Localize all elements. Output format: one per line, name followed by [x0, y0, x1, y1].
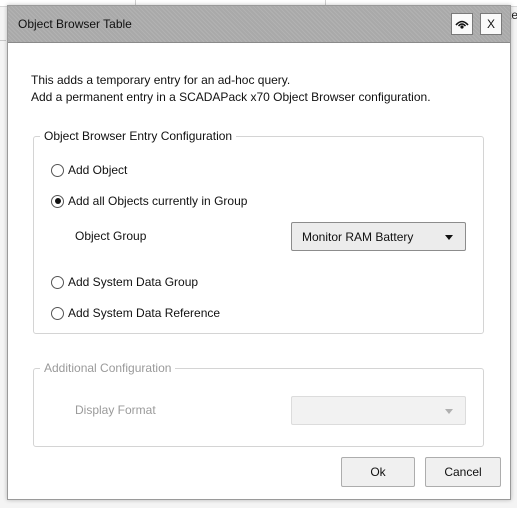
- background-row-line: [0, 40, 6, 41]
- intro-text: This adds a temporary entry for an ad-ho…: [31, 72, 431, 106]
- radio-add-system-data-group[interactable]: Add System Data Group: [51, 274, 198, 290]
- dialog-title: Object Browser Table: [18, 17, 132, 31]
- dialog-titlebar[interactable]: Object Browser Table X: [8, 6, 510, 43]
- eye-icon: [455, 20, 469, 29]
- radio-add-system-data-reference[interactable]: Add System Data Reference: [51, 305, 220, 321]
- radio-button[interactable]: [51, 163, 64, 177]
- radio-add-object[interactable]: Add Object: [51, 162, 127, 178]
- radio-button[interactable]: [51, 306, 64, 320]
- chevron-down-icon: [445, 408, 453, 414]
- entry-configuration-legend: Object Browser Entry Configuration: [40, 128, 237, 144]
- visibility-button[interactable]: [451, 13, 473, 35]
- intro-line-2: Add a permanent entry in a SCADAPack x70…: [31, 90, 431, 104]
- cancel-button[interactable]: Cancel: [425, 457, 501, 487]
- radio-button-selected[interactable]: [51, 194, 64, 208]
- intro-line-1: This adds a temporary entry for an ad-ho…: [31, 73, 291, 87]
- radio-label: Add System Data Group: [68, 275, 199, 289]
- radio-label: Add all Objects currently in Group: [68, 194, 248, 208]
- display-format-label: Display Format: [75, 403, 156, 417]
- object-group-value: Monitor RAM Battery: [302, 229, 414, 244]
- radio-label: Add System Data Reference: [68, 306, 221, 320]
- radio-add-all-objects-in-group[interactable]: Add all Objects currently in Group: [51, 193, 247, 209]
- additional-configuration-legend: Additional Configuration: [40, 360, 176, 376]
- radio-label: Add Object: [68, 163, 128, 177]
- object-group-label: Object Group: [75, 229, 147, 243]
- object-browser-table-dialog: Object Browser Table X This adds a tempo…: [7, 5, 511, 500]
- radio-dot: [54, 198, 61, 204]
- object-group-dropdown[interactable]: Monitor RAM Battery: [291, 222, 466, 251]
- close-button[interactable]: X: [480, 13, 502, 35]
- display-format-dropdown[interactable]: [291, 396, 466, 425]
- chevron-down-icon: [445, 234, 453, 240]
- radio-button[interactable]: [51, 275, 64, 289]
- ok-button[interactable]: Ok: [341, 457, 415, 487]
